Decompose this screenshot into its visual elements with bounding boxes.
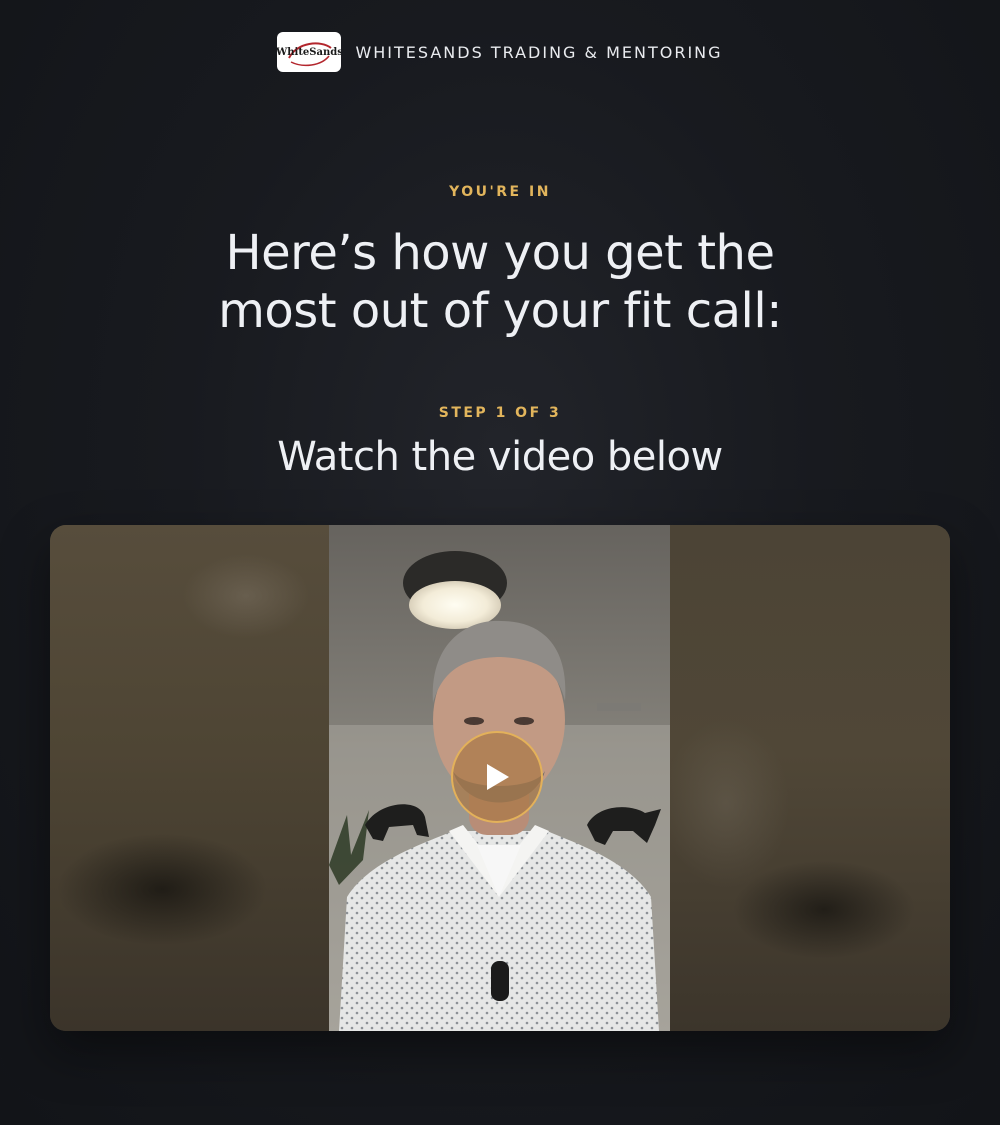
page-headline: Here’s how you get the most out of your … (0, 224, 1000, 340)
brand-logo[interactable]: WhiteSands (277, 32, 342, 72)
play-button[interactable] (451, 731, 543, 823)
site-header: WhiteSands WHITESANDS TRADING & MENTORIN… (0, 32, 1000, 72)
step-title: Watch the video below (277, 434, 723, 480)
video-player[interactable] (50, 525, 950, 1031)
logo-text: WhiteSands (277, 46, 342, 58)
video-blur-left (50, 525, 330, 1031)
headline-line-1: Here’s how you get the (225, 225, 775, 281)
brand-name: WHITESANDS TRADING & MENTORING (355, 42, 723, 62)
youre-in-kicker: YOU'RE IN (449, 184, 551, 200)
step-kicker: STEP 1 OF 3 (438, 405, 562, 421)
headline-line-2: most out of your fit call: (218, 283, 782, 339)
video-blur-right (670, 525, 950, 1031)
play-icon (487, 764, 509, 790)
